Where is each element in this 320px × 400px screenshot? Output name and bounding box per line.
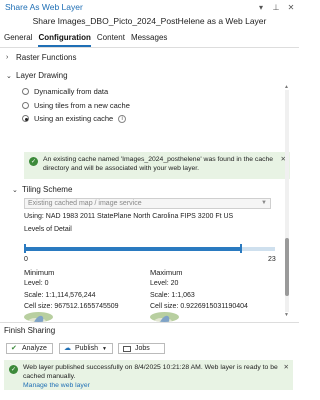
- jobs-icon: [123, 345, 131, 352]
- minimum-preview-thumbnail: [24, 312, 53, 322]
- levels-min-label: 0: [24, 256, 28, 263]
- radio-existing-cache[interactable]: Using an existing cache i: [22, 114, 127, 123]
- minimum-heading: Minimum: [24, 268, 55, 277]
- analyze-label: Analyze: [22, 345, 47, 352]
- radio-dynamic[interactable]: Dynamically from data: [22, 87, 108, 96]
- tab-content[interactable]: Content: [97, 33, 125, 47]
- radio-button[interactable]: [22, 102, 29, 109]
- minimum-cell-size: Cell size: 967512.1655745509: [24, 303, 119, 310]
- scrollbar-thumb[interactable]: [285, 238, 289, 296]
- publish-button[interactable]: ☁ Publish ▼: [59, 343, 113, 354]
- tab-divider: [0, 47, 299, 48]
- levels-slider-min-handle[interactable]: [24, 244, 26, 253]
- chevron-down-icon: ⌄: [6, 72, 12, 80]
- tab-messages[interactable]: Messages: [131, 33, 167, 47]
- tiling-scheme-select[interactable]: Existing cached map / image service ▼: [24, 198, 271, 209]
- pin-icon[interactable]: ⊥: [272, 3, 280, 12]
- levels-slider-max-handle[interactable]: [240, 244, 243, 253]
- maximum-preview-thumbnail: [150, 312, 179, 322]
- maximum-cell-size: Cell size: 0.9226915031190404: [150, 303, 248, 310]
- maximum-level: Level: 20: [150, 280, 179, 287]
- radio-label: Using tiles from a new cache: [34, 101, 130, 110]
- tab-general[interactable]: General: [4, 33, 32, 47]
- layer-drawing-label: Layer Drawing: [16, 71, 68, 80]
- tiling-scheme-select-value: Existing cached map / image service: [28, 200, 142, 207]
- check-circle-icon: ✓: [29, 157, 38, 166]
- radio-button[interactable]: [22, 115, 29, 122]
- check-icon: ✔: [11, 345, 17, 352]
- jobs-button[interactable]: Jobs: [118, 343, 165, 354]
- radio-label: Dynamically from data: [34, 87, 109, 96]
- check-circle-icon: ✓: [9, 365, 18, 374]
- layer-drawing-header[interactable]: ⌄ Layer Drawing: [6, 71, 68, 80]
- radio-label: Using an existing cache: [34, 114, 114, 123]
- manage-web-layer-link[interactable]: Manage the web layer: [23, 382, 90, 389]
- title-bar: Share As Web Layer ▾ ⊥ ✕: [0, 0, 299, 14]
- chevron-down-icon[interactable]: ▼: [102, 346, 107, 352]
- pane-subtitle: Share Images_DBO_Picto_2024_PostHelene a…: [32, 16, 267, 26]
- success-text: Web layer published successfully on 8/4/…: [23, 364, 278, 380]
- maximum-scale: Scale: 1:1,063: [150, 292, 195, 299]
- close-icon[interactable]: ✕: [284, 363, 289, 390]
- publish-success-message: ✓ Web layer published successfully on 8/…: [4, 360, 293, 390]
- spatial-reference-text: Using: NAD 1983 2011 StatePlane North Ca…: [24, 213, 234, 220]
- tiling-scheme-label: Tiling Scheme: [22, 185, 73, 194]
- menu-chevron-icon[interactable]: ▾: [257, 3, 265, 12]
- radio-new-cache[interactable]: Using tiles from a new cache: [22, 101, 130, 110]
- scroll-up-icon[interactable]: ▲: [284, 84, 289, 90]
- scroll-down-icon[interactable]: ▼: [284, 312, 289, 318]
- minimum-scale: Scale: 1:1,114,576,244: [24, 292, 96, 299]
- cache-notice: ✓ An existing cache named 'Images_2024_p…: [24, 152, 290, 179]
- tiling-scheme-header[interactable]: ⌄ Tiling Scheme: [12, 185, 72, 194]
- radio-button[interactable]: [22, 88, 29, 95]
- levels-slider-range: [24, 247, 243, 251]
- finish-divider: [0, 322, 299, 323]
- maximum-heading: Maximum: [150, 268, 183, 277]
- levels-max-label: 23: [268, 256, 276, 263]
- chevron-down-icon: ⌄: [12, 186, 18, 194]
- chevron-right-icon: ›: [6, 54, 9, 61]
- raster-functions-header[interactable]: › Raster Functions: [6, 53, 76, 62]
- finish-sharing-heading: Finish Sharing: [4, 326, 56, 335]
- publish-label: Publish: [75, 345, 98, 352]
- window-title: Share As Web Layer: [5, 2, 83, 12]
- cloud-upload-icon: ☁: [64, 345, 71, 352]
- cache-notice-text: An existing cache named 'Images_2024_pos…: [43, 156, 274, 172]
- chevron-down-icon: ▼: [261, 200, 267, 206]
- levels-of-detail-label: Levels of Detail: [24, 226, 72, 233]
- info-icon[interactable]: i: [118, 114, 127, 123]
- tab-configuration[interactable]: Configuration: [38, 33, 91, 47]
- minimum-level: Level: 0: [24, 280, 49, 287]
- raster-functions-label: Raster Functions: [16, 53, 77, 62]
- jobs-label: Jobs: [135, 345, 150, 352]
- analyze-button[interactable]: ✔ Analyze: [6, 343, 53, 354]
- tab-strip: General Configuration Content Messages: [4, 33, 173, 47]
- close-icon[interactable]: ✕: [287, 3, 295, 12]
